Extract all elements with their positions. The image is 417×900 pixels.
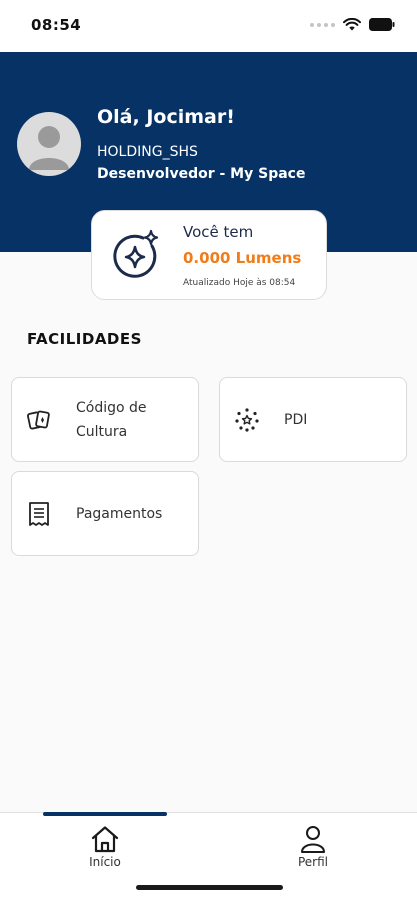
battery-icon (369, 18, 395, 31)
home-icon (91, 826, 119, 853)
cards-icon (27, 410, 50, 430)
tile-label: PDI (284, 412, 308, 428)
home-indicator (136, 885, 283, 890)
user-placeholder-icon (29, 126, 69, 170)
lumens-value: 0.000 Lumens (183, 249, 302, 267)
lumens-updated-time: Atualizado Hoje às 08:54 (183, 278, 296, 288)
company-name: HOLDING_SHS (97, 144, 198, 160)
bottom-nav: Início Perfil (0, 812, 417, 900)
nav-item-inicio[interactable]: Início (65, 825, 145, 869)
tile-label-line2: Cultura (76, 424, 128, 440)
receipt-icon (29, 502, 49, 526)
facilities-title: FACILIDADES (27, 330, 142, 348)
nav-item-perfil[interactable]: Perfil (273, 825, 353, 869)
user-icon (301, 826, 325, 853)
wifi-icon (343, 18, 361, 31)
nav-label-inicio: Início (89, 855, 121, 869)
status-time: 08:54 (31, 16, 82, 34)
nav-active-indicator (43, 812, 167, 816)
lumens-card[interactable]: Você tem 0.000 Lumens Atualizado Hoje às… (91, 210, 327, 300)
lumens-title: Você tem (183, 223, 254, 241)
tile-codigo-cultura[interactable]: Código de Cultura (11, 377, 199, 462)
sparkle-icon (113, 229, 159, 278)
tile-label: Código de Cultura (76, 396, 147, 444)
user-role: Desenvolvedor - My Space (97, 166, 306, 182)
status-icons (310, 18, 395, 31)
avatar[interactable] (17, 112, 81, 176)
nav-label-perfil: Perfil (297, 855, 329, 869)
stars-circle-icon (235, 408, 259, 432)
greeting: Olá, Jocimar! (97, 106, 235, 128)
tile-label: Pagamentos (76, 506, 163, 522)
status-bar: 08:54 (0, 0, 417, 52)
tile-label-line1: Código de (76, 400, 147, 416)
tile-pagamentos[interactable]: Pagamentos (11, 471, 199, 556)
signal-icon (310, 22, 335, 27)
tile-pdi[interactable]: PDI (219, 377, 407, 462)
